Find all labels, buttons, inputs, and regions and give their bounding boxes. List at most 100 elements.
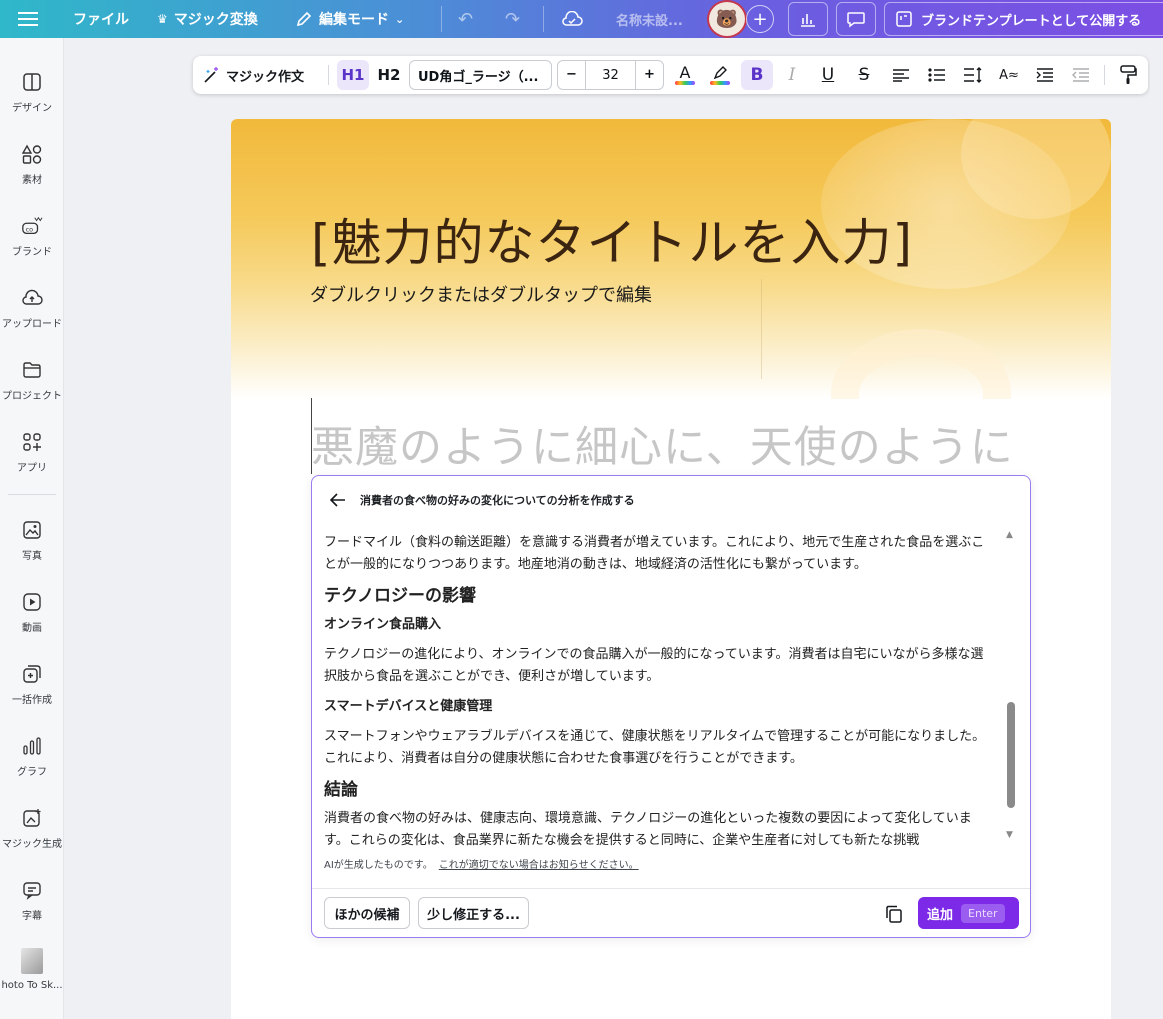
- subtitle-text[interactable]: ダブルクリックまたはダブルタップで編集: [310, 281, 652, 307]
- rainbow-bar: [675, 81, 695, 85]
- paint-roller-icon[interactable]: [1115, 56, 1141, 94]
- outdent-icon[interactable]: [1067, 56, 1095, 94]
- sidebar-item-photo-to-sketch[interactable]: hoto To Sk...: [0, 948, 64, 991]
- sidebar-item-apps[interactable]: アプリ: [0, 431, 64, 474]
- heading-2-button[interactable]: H2: [373, 56, 405, 94]
- bold-icon[interactable]: B: [741, 60, 773, 90]
- strikethrough-icon[interactable]: S: [850, 56, 878, 94]
- text-transform-icon[interactable]: A≈: [995, 56, 1023, 94]
- edit-mode-dropdown[interactable]: 編集モード ⌄: [295, 0, 404, 38]
- sub-heading: オンライン食品購入: [324, 617, 442, 632]
- sidebar-item-projects[interactable]: プロジェクト: [0, 359, 64, 402]
- edit-mode-label: 編集モード: [319, 12, 389, 28]
- highlight-color-button[interactable]: [708, 56, 732, 94]
- paragraph: スマートフォンやウェアラブルデバイスを通じて、健康状態をリアルタイムで管理するこ…: [324, 729, 986, 766]
- shapes-icon: [21, 143, 43, 165]
- decrease-size-button[interactable]: −: [558, 61, 586, 89]
- bulleted-list-icon[interactable]: [923, 56, 951, 94]
- add-collaborator-icon[interactable]: +: [746, 5, 774, 33]
- chevron-down-icon: ⌄: [395, 12, 405, 26]
- footer-divider: [312, 888, 1030, 889]
- body-placeholder-text[interactable]: 悪魔のように細心に、天使のように: [311, 413, 1014, 475]
- file-menu[interactable]: ファイル: [73, 0, 129, 38]
- underline-icon[interactable]: U: [814, 56, 842, 94]
- h2-label: H2: [377, 66, 401, 84]
- video-icon: [21, 591, 43, 613]
- italic-icon[interactable]: I: [778, 56, 806, 94]
- font-family-dropdown[interactable]: UD角ゴ_ラージ（...: [409, 60, 552, 90]
- magic-write-label: マジック作文: [226, 69, 305, 85]
- h1-label: H1: [341, 66, 365, 84]
- scrollbar[interactable]: ▲ ▼: [1005, 530, 1017, 842]
- sidebar-item-uploads[interactable]: アップロード: [0, 287, 64, 330]
- sidebar-item-label: アップロード: [2, 319, 62, 330]
- comments-button[interactable]: [836, 2, 876, 36]
- magic-switch-button[interactable]: ♛ マジック変換: [157, 0, 258, 38]
- sidebar-item-magic-media[interactable]: マジック生成: [0, 807, 64, 850]
- upload-icon: [21, 287, 43, 309]
- sidebar-item-label: プロジェクト: [2, 391, 62, 402]
- right-gutter: [1150, 38, 1163, 1019]
- scroll-down-arrow-icon[interactable]: ▼: [1006, 830, 1013, 840]
- text-color-icon: A: [679, 63, 691, 82]
- brand-icon: co: [21, 215, 43, 237]
- text-toolbar: マジック作文 H1 H2 UD角ゴ_ラージ（... − 32 + A B I U…: [193, 56, 1148, 94]
- align-left-icon[interactable]: [887, 56, 915, 94]
- highlighter-icon: [713, 66, 727, 80]
- publish-brand-template-button[interactable]: ブランドテンプレートとして公開する: [884, 2, 1163, 36]
- bulk-create-icon: [21, 663, 43, 685]
- toolbar-divider: [1104, 65, 1105, 85]
- undo-icon[interactable]: ↶: [458, 0, 473, 38]
- magic-wand-icon: [204, 67, 218, 83]
- font-name: UD角ゴ_ラージ（...: [418, 69, 539, 85]
- enter-shortcut-badge: Enter: [961, 903, 1005, 923]
- indent-icon[interactable]: [1031, 56, 1059, 94]
- sidebar-item-charts[interactable]: グラフ: [0, 735, 64, 778]
- other-candidates-label: ほかの候補: [334, 907, 400, 923]
- file-menu-label: ファイル: [73, 12, 129, 28]
- bear-avatar-icon: 🐻: [715, 8, 739, 30]
- font-size-value[interactable]: 32: [586, 68, 635, 83]
- report-link[interactable]: これが適切でない場合はお知らせください。: [439, 860, 639, 871]
- toolbar-divider: [328, 65, 329, 85]
- sidebar-item-elements[interactable]: 素材: [0, 143, 64, 186]
- text-color-button[interactable]: A: [673, 56, 697, 94]
- copy-icon[interactable]: [882, 902, 906, 926]
- top-bar: ファイル ♛ マジック変換 編集モード ⌄ ↶ ↷ 名称未設... 🐻 + ブラ…: [0, 0, 1163, 38]
- menu-icon[interactable]: [18, 0, 38, 38]
- sidebar-item-label: 字幕: [22, 911, 42, 922]
- heading-1-button[interactable]: H1: [337, 60, 369, 90]
- spacing-icon[interactable]: [959, 56, 987, 94]
- cloud-save-icon[interactable]: [561, 0, 583, 38]
- title-text[interactable]: [魅力的なタイトルを入力]: [311, 203, 913, 275]
- document-title[interactable]: 名称未設...: [616, 0, 683, 38]
- insights-button[interactable]: [788, 2, 828, 36]
- pencil-icon: [296, 11, 312, 27]
- add-button[interactable]: 追加 Enter: [918, 897, 1019, 929]
- increase-size-button[interactable]: +: [635, 61, 663, 89]
- prompt-text: 消費者の食べ物の好みの変化についての分析を作成する: [360, 494, 635, 507]
- back-arrow-icon[interactable]: [326, 488, 350, 512]
- font-size-stepper[interactable]: − 32 +: [557, 60, 664, 90]
- sidebar-item-captions[interactable]: 字幕: [0, 879, 64, 922]
- app-thumbnail-icon: [21, 948, 43, 974]
- avatar[interactable]: 🐻: [707, 0, 747, 38]
- sidebar-item-brand[interactable]: co ブランド: [0, 215, 64, 258]
- redo-icon[interactable]: ↷: [505, 0, 520, 38]
- chart-icon: [21, 735, 43, 757]
- sidebar-item-label: ブランド: [12, 247, 52, 258]
- left-sidebar: デザイン 素材 co ブランド アップロード プロジェクト アプリ 写真 動画 …: [0, 38, 64, 1019]
- scrollbar-thumb[interactable]: [1007, 702, 1015, 808]
- magic-write-button[interactable]: マジック作文: [203, 56, 304, 94]
- svg-text:co: co: [26, 226, 34, 234]
- section-heading: テクノロジーの影響: [324, 586, 476, 606]
- sidebar-item-bulk-create[interactable]: 一括作成: [0, 663, 64, 706]
- sidebar-item-videos[interactable]: 動画: [0, 591, 64, 634]
- other-candidates-button[interactable]: ほかの候補: [324, 897, 410, 929]
- sidebar-item-photos[interactable]: 写真: [0, 519, 64, 562]
- magic-write-panel: 消費者の食べ物の好みの変化についての分析を作成する フードマイル（食料の輸送距離…: [311, 475, 1031, 938]
- scroll-up-arrow-icon[interactable]: ▲: [1006, 530, 1013, 540]
- sidebar-item-design[interactable]: デザイン: [0, 71, 64, 114]
- crown-icon: ♛: [157, 12, 168, 26]
- tweak-button[interactable]: 少し修正する...: [418, 897, 529, 929]
